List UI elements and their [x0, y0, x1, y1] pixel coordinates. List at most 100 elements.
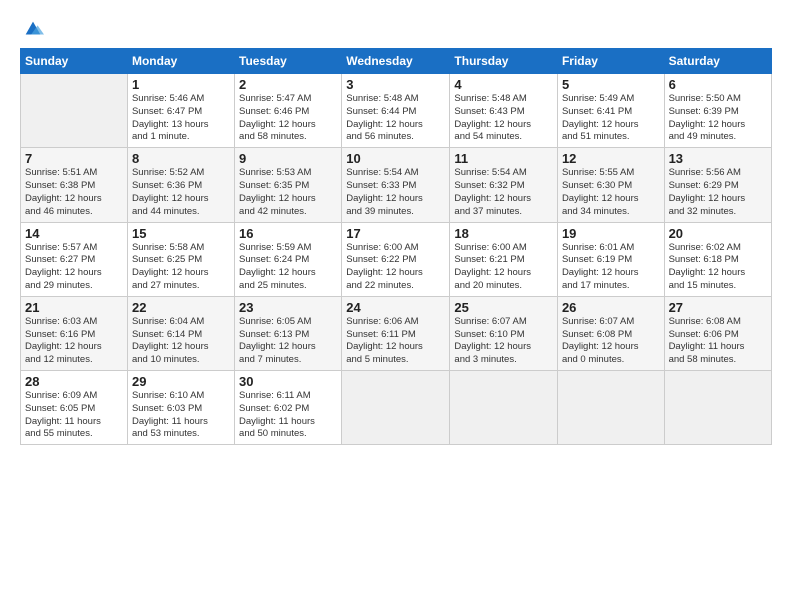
- calendar-cell: 15Sunrise: 5:58 AM Sunset: 6:25 PM Dayli…: [127, 222, 234, 296]
- day-info: Sunrise: 5:54 AM Sunset: 6:33 PM Dayligh…: [346, 167, 445, 218]
- calendar-cell: [21, 74, 128, 148]
- calendar-cell: 23Sunrise: 6:05 AM Sunset: 6:13 PM Dayli…: [235, 296, 342, 370]
- day-number: 18: [454, 226, 553, 241]
- day-number: 29: [132, 374, 230, 389]
- day-info: Sunrise: 5:46 AM Sunset: 6:47 PM Dayligh…: [132, 93, 230, 144]
- day-info: Sunrise: 5:56 AM Sunset: 6:29 PM Dayligh…: [669, 167, 767, 218]
- day-number: 11: [454, 151, 553, 166]
- calendar-cell: 14Sunrise: 5:57 AM Sunset: 6:27 PM Dayli…: [21, 222, 128, 296]
- calendar-cell: 29Sunrise: 6:10 AM Sunset: 6:03 PM Dayli…: [127, 371, 234, 445]
- weekday-header-sunday: Sunday: [21, 49, 128, 74]
- day-info: Sunrise: 5:49 AM Sunset: 6:41 PM Dayligh…: [562, 93, 660, 144]
- day-info: Sunrise: 6:07 AM Sunset: 6:08 PM Dayligh…: [562, 316, 660, 367]
- day-info: Sunrise: 6:09 AM Sunset: 6:05 PM Dayligh…: [25, 390, 123, 441]
- day-info: Sunrise: 6:00 AM Sunset: 6:21 PM Dayligh…: [454, 242, 553, 293]
- page-header: [20, 18, 772, 40]
- day-number: 14: [25, 226, 123, 241]
- calendar-week-1: 1Sunrise: 5:46 AM Sunset: 6:47 PM Daylig…: [21, 74, 772, 148]
- day-number: 16: [239, 226, 337, 241]
- day-info: Sunrise: 5:55 AM Sunset: 6:30 PM Dayligh…: [562, 167, 660, 218]
- day-info: Sunrise: 5:57 AM Sunset: 6:27 PM Dayligh…: [25, 242, 123, 293]
- weekday-header-thursday: Thursday: [450, 49, 558, 74]
- calendar-cell: 13Sunrise: 5:56 AM Sunset: 6:29 PM Dayli…: [664, 148, 771, 222]
- calendar-cell: 28Sunrise: 6:09 AM Sunset: 6:05 PM Dayli…: [21, 371, 128, 445]
- day-number: 7: [25, 151, 123, 166]
- day-info: Sunrise: 6:03 AM Sunset: 6:16 PM Dayligh…: [25, 316, 123, 367]
- calendar-cell: 12Sunrise: 5:55 AM Sunset: 6:30 PM Dayli…: [557, 148, 664, 222]
- day-info: Sunrise: 6:07 AM Sunset: 6:10 PM Dayligh…: [454, 316, 553, 367]
- calendar-cell: [557, 371, 664, 445]
- day-number: 3: [346, 77, 445, 92]
- day-number: 21: [25, 300, 123, 315]
- calendar-cell: 3Sunrise: 5:48 AM Sunset: 6:44 PM Daylig…: [342, 74, 450, 148]
- calendar-cell: 25Sunrise: 6:07 AM Sunset: 6:10 PM Dayli…: [450, 296, 558, 370]
- calendar-cell: 16Sunrise: 5:59 AM Sunset: 6:24 PM Dayli…: [235, 222, 342, 296]
- day-number: 28: [25, 374, 123, 389]
- day-info: Sunrise: 5:59 AM Sunset: 6:24 PM Dayligh…: [239, 242, 337, 293]
- calendar-cell: 5Sunrise: 5:49 AM Sunset: 6:41 PM Daylig…: [557, 74, 664, 148]
- day-info: Sunrise: 5:50 AM Sunset: 6:39 PM Dayligh…: [669, 93, 767, 144]
- day-number: 6: [669, 77, 767, 92]
- day-number: 27: [669, 300, 767, 315]
- day-info: Sunrise: 5:48 AM Sunset: 6:43 PM Dayligh…: [454, 93, 553, 144]
- day-number: 13: [669, 151, 767, 166]
- day-info: Sunrise: 6:06 AM Sunset: 6:11 PM Dayligh…: [346, 316, 445, 367]
- calendar-cell: 1Sunrise: 5:46 AM Sunset: 6:47 PM Daylig…: [127, 74, 234, 148]
- calendar-cell: [342, 371, 450, 445]
- calendar-cell: 10Sunrise: 5:54 AM Sunset: 6:33 PM Dayli…: [342, 148, 450, 222]
- day-info: Sunrise: 6:08 AM Sunset: 6:06 PM Dayligh…: [669, 316, 767, 367]
- weekday-header-friday: Friday: [557, 49, 664, 74]
- day-number: 19: [562, 226, 660, 241]
- day-number: 10: [346, 151, 445, 166]
- day-info: Sunrise: 5:52 AM Sunset: 6:36 PM Dayligh…: [132, 167, 230, 218]
- logo-icon: [22, 18, 44, 40]
- calendar-week-4: 21Sunrise: 6:03 AM Sunset: 6:16 PM Dayli…: [21, 296, 772, 370]
- day-info: Sunrise: 6:02 AM Sunset: 6:18 PM Dayligh…: [669, 242, 767, 293]
- day-number: 20: [669, 226, 767, 241]
- calendar-cell: 7Sunrise: 5:51 AM Sunset: 6:38 PM Daylig…: [21, 148, 128, 222]
- day-info: Sunrise: 6:10 AM Sunset: 6:03 PM Dayligh…: [132, 390, 230, 441]
- calendar-cell: 4Sunrise: 5:48 AM Sunset: 6:43 PM Daylig…: [450, 74, 558, 148]
- calendar-cell: 11Sunrise: 5:54 AM Sunset: 6:32 PM Dayli…: [450, 148, 558, 222]
- weekday-header-saturday: Saturday: [664, 49, 771, 74]
- day-number: 8: [132, 151, 230, 166]
- calendar-cell: 21Sunrise: 6:03 AM Sunset: 6:16 PM Dayli…: [21, 296, 128, 370]
- calendar-week-3: 14Sunrise: 5:57 AM Sunset: 6:27 PM Dayli…: [21, 222, 772, 296]
- day-number: 1: [132, 77, 230, 92]
- day-info: Sunrise: 6:00 AM Sunset: 6:22 PM Dayligh…: [346, 242, 445, 293]
- day-info: Sunrise: 5:51 AM Sunset: 6:38 PM Dayligh…: [25, 167, 123, 218]
- day-number: 15: [132, 226, 230, 241]
- logo: [20, 18, 44, 40]
- day-info: Sunrise: 5:53 AM Sunset: 6:35 PM Dayligh…: [239, 167, 337, 218]
- calendar-week-2: 7Sunrise: 5:51 AM Sunset: 6:38 PM Daylig…: [21, 148, 772, 222]
- calendar-cell: 19Sunrise: 6:01 AM Sunset: 6:19 PM Dayli…: [557, 222, 664, 296]
- calendar-cell: 6Sunrise: 5:50 AM Sunset: 6:39 PM Daylig…: [664, 74, 771, 148]
- calendar-cell: 26Sunrise: 6:07 AM Sunset: 6:08 PM Dayli…: [557, 296, 664, 370]
- calendar-cell: 20Sunrise: 6:02 AM Sunset: 6:18 PM Dayli…: [664, 222, 771, 296]
- day-number: 22: [132, 300, 230, 315]
- day-number: 24: [346, 300, 445, 315]
- day-number: 4: [454, 77, 553, 92]
- day-info: Sunrise: 5:58 AM Sunset: 6:25 PM Dayligh…: [132, 242, 230, 293]
- calendar-cell: [664, 371, 771, 445]
- weekday-header-monday: Monday: [127, 49, 234, 74]
- day-info: Sunrise: 6:01 AM Sunset: 6:19 PM Dayligh…: [562, 242, 660, 293]
- day-number: 5: [562, 77, 660, 92]
- weekday-header-tuesday: Tuesday: [235, 49, 342, 74]
- calendar-cell: 30Sunrise: 6:11 AM Sunset: 6:02 PM Dayli…: [235, 371, 342, 445]
- calendar-cell: 17Sunrise: 6:00 AM Sunset: 6:22 PM Dayli…: [342, 222, 450, 296]
- calendar-cell: [450, 371, 558, 445]
- weekday-header-wednesday: Wednesday: [342, 49, 450, 74]
- calendar-cell: 2Sunrise: 5:47 AM Sunset: 6:46 PM Daylig…: [235, 74, 342, 148]
- calendar-table: SundayMondayTuesdayWednesdayThursdayFrid…: [20, 48, 772, 445]
- day-info: Sunrise: 6:11 AM Sunset: 6:02 PM Dayligh…: [239, 390, 337, 441]
- calendar-cell: 24Sunrise: 6:06 AM Sunset: 6:11 PM Dayli…: [342, 296, 450, 370]
- calendar-cell: 18Sunrise: 6:00 AM Sunset: 6:21 PM Dayli…: [450, 222, 558, 296]
- calendar-cell: 22Sunrise: 6:04 AM Sunset: 6:14 PM Dayli…: [127, 296, 234, 370]
- calendar-week-5: 28Sunrise: 6:09 AM Sunset: 6:05 PM Dayli…: [21, 371, 772, 445]
- calendar-cell: 8Sunrise: 5:52 AM Sunset: 6:36 PM Daylig…: [127, 148, 234, 222]
- day-info: Sunrise: 6:04 AM Sunset: 6:14 PM Dayligh…: [132, 316, 230, 367]
- calendar-cell: 9Sunrise: 5:53 AM Sunset: 6:35 PM Daylig…: [235, 148, 342, 222]
- day-number: 9: [239, 151, 337, 166]
- day-info: Sunrise: 6:05 AM Sunset: 6:13 PM Dayligh…: [239, 316, 337, 367]
